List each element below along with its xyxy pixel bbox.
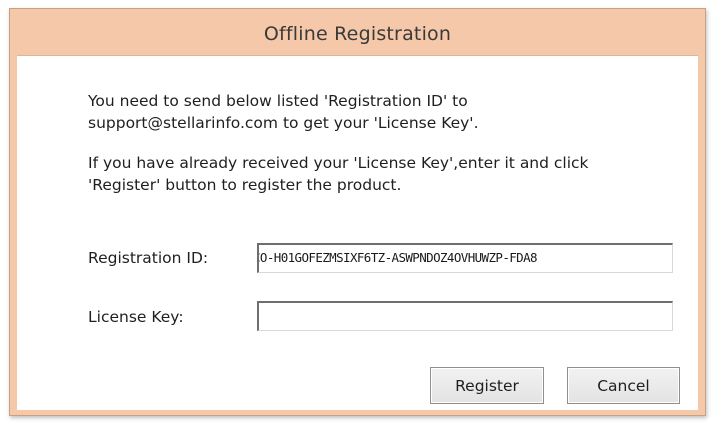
instruction-text-send-id: You need to send below listed 'Registrat…	[88, 92, 479, 132]
title-bar[interactable]: Offline Registration	[10, 9, 705, 55]
register-button[interactable]: Register	[430, 367, 544, 404]
cancel-button[interactable]: Cancel	[567, 367, 680, 404]
registration-id-label: Registration ID:	[88, 249, 209, 267]
license-key-label: License Key:	[88, 308, 184, 326]
dialog-title: Offline Registration	[263, 23, 452, 45]
instruction-text-enter-key: If you have already received your 'Licen…	[88, 154, 589, 194]
license-key-input[interactable]	[257, 301, 673, 331]
offline-registration-dialog: Offline Registration You need to send be…	[9, 8, 706, 416]
registration-id-field[interactable]: CO-H01GOFEZMSIXF6TZ-ASWPNDOZ4OVHUWZP-FDA…	[257, 243, 673, 273]
dialog-content: You need to send below listed 'Registrat…	[17, 55, 698, 410]
